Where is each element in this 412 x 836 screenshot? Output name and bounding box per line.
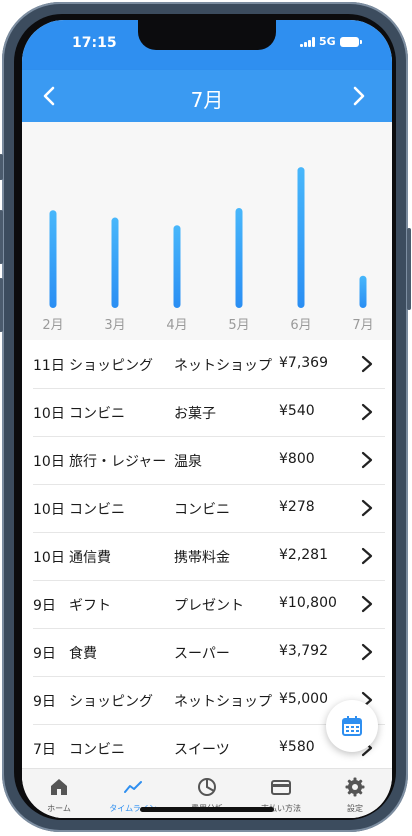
next-month-button[interactable] [344, 82, 372, 110]
home-icon [51, 779, 67, 795]
transaction-category: ショッピング [69, 694, 153, 710]
chevron-right-icon [358, 498, 376, 518]
status-bar: 17:15 5G [22, 20, 392, 70]
chevron-right-icon [353, 86, 365, 106]
transaction-category: 食費 [69, 646, 97, 662]
monthly-spending-chart: 2月 3月 4月 5月 6月 7月 [22, 122, 392, 340]
power-button [407, 228, 411, 310]
notch [138, 20, 276, 50]
chevron-right-icon [358, 642, 376, 662]
transaction-amount: ¥7,369 [279, 355, 328, 371]
transaction-amount: ¥800 [279, 451, 315, 467]
chart-bar[interactable] [111, 217, 119, 308]
tab-home[interactable]: ホーム [22, 769, 96, 818]
transaction-category: ショッピング [69, 358, 153, 374]
transaction-day: 7日 [33, 742, 56, 758]
transaction-item: ネットショップ [174, 694, 272, 710]
transaction-category: コンビニ [69, 742, 125, 758]
transaction-amount: ¥278 [279, 499, 315, 515]
transaction-amount: ¥540 [279, 403, 315, 419]
transaction-day: 9日 [33, 598, 56, 614]
transaction-row[interactable]: 10日 通信費 携帯料金 ¥2,281 [33, 532, 385, 581]
screen: 17:15 5G 7月 2月 3月 4月 5月 6月 7月 11日 ショッピング ネットショッ… [22, 20, 392, 818]
timeline-icon [124, 781, 142, 793]
transaction-day: 9日 [33, 646, 56, 662]
transaction-row[interactable]: 11日 ショッピング ネットショップ ¥7,369 [33, 340, 385, 389]
transaction-item: スーパー [174, 646, 230, 662]
transaction-category: 旅行・レジャー [69, 454, 167, 470]
tab-settings[interactable]: 設定 [318, 769, 392, 818]
transaction-category: コンビニ [69, 502, 125, 518]
transaction-row[interactable]: 9日 ギフト プレゼント ¥10,800 [33, 580, 385, 629]
transaction-day: 9日 [33, 694, 56, 710]
transaction-day: 10日 [33, 406, 65, 422]
chevron-right-icon [358, 354, 376, 374]
chart-tick-label: 6月 [290, 318, 311, 333]
chevron-right-icon [358, 450, 376, 470]
chart-bar[interactable] [297, 167, 305, 308]
calendar-button[interactable] [326, 700, 378, 752]
transaction-amount: ¥3,792 [279, 643, 328, 659]
chart-bar[interactable] [235, 208, 243, 308]
chart-bar[interactable] [359, 275, 367, 308]
transaction-day: 11日 [33, 358, 65, 374]
credit-card-icon [271, 780, 291, 795]
month-header: 7月 [22, 70, 392, 122]
chart-bar[interactable] [49, 210, 57, 308]
transaction-item: ネットショップ [174, 358, 272, 374]
calendar-icon [342, 716, 362, 736]
mute-switch [0, 154, 3, 180]
status-time: 17:15 [72, 35, 117, 51]
chevron-right-icon [358, 546, 376, 566]
transaction-row[interactable]: 10日 コンビニ お菓子 ¥540 [33, 388, 385, 437]
volume-up-button [0, 210, 3, 264]
chevron-right-icon [358, 594, 376, 614]
pie-chart-icon [198, 778, 216, 796]
chart-tick-label: 4月 [166, 318, 187, 333]
transaction-row[interactable]: 10日 コンビニ コンビニ ¥278 [33, 484, 385, 533]
transaction-day: 10日 [33, 502, 65, 518]
gear-icon [345, 777, 365, 797]
volume-down-button [0, 278, 3, 332]
network-type: 5G [319, 35, 336, 48]
transaction-day: 10日 [33, 550, 65, 566]
transaction-item: 温泉 [174, 454, 202, 470]
chart-tick-label: 7月 [352, 318, 373, 333]
transaction-category: コンビニ [69, 406, 125, 422]
transaction-item: コンビニ [174, 502, 230, 518]
transaction-row[interactable]: 10日 旅行・レジャー 温泉 ¥800 [33, 436, 385, 485]
tab-settings-label: 設定 [347, 804, 363, 813]
transaction-item: スイーツ [174, 742, 230, 758]
chart-tick-label: 2月 [42, 318, 63, 333]
home-indicator [140, 807, 274, 812]
transaction-category: 通信費 [69, 550, 111, 566]
bar-chart: 2月 3月 4月 5月 6月 7月 [42, 167, 374, 333]
tab-home-label: ホーム [47, 804, 71, 813]
transaction-amount: ¥10,800 [279, 595, 337, 611]
transaction-amount: ¥2,281 [279, 547, 328, 563]
chart-tick-label: 3月 [104, 318, 125, 333]
chevron-right-icon [358, 402, 376, 422]
transaction-category: ギフト [69, 598, 111, 614]
transaction-item: プレゼント [174, 598, 244, 614]
month-title: 7月 [190, 88, 224, 112]
battery-icon [340, 37, 362, 47]
transaction-row[interactable]: 9日 食費 スーパー ¥3,792 [33, 628, 385, 677]
chart-tick-label: 5月 [228, 318, 249, 333]
transaction-item: お菓子 [174, 406, 216, 422]
transaction-item: 携帯料金 [174, 550, 230, 566]
chart-bar[interactable] [173, 225, 181, 308]
transaction-day: 10日 [33, 454, 65, 470]
signal-icon [300, 37, 316, 47]
